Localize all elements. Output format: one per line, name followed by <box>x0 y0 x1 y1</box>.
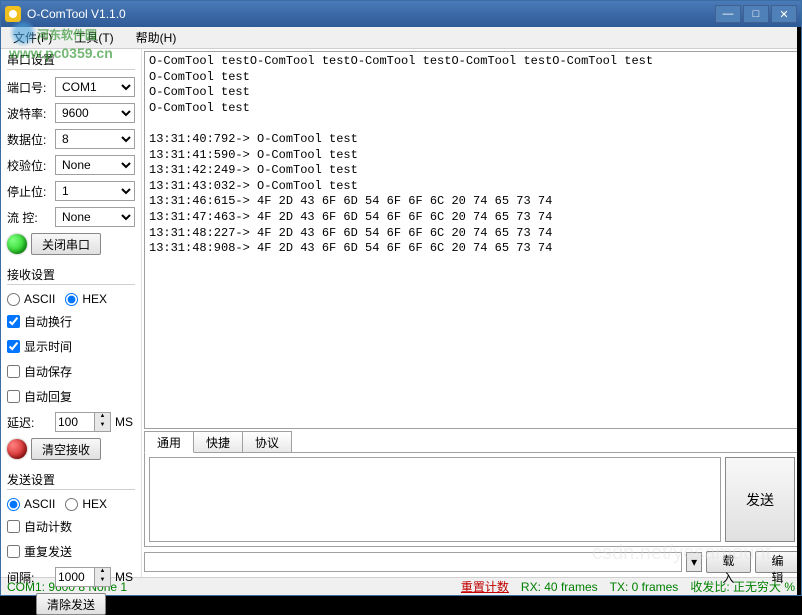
close-port-button[interactable]: 关闭串口 <box>31 233 101 255</box>
send-input[interactable] <box>149 457 721 542</box>
port-led-icon <box>7 234 27 254</box>
interval-spinner[interactable]: ▲▼ <box>55 567 111 587</box>
autowrap-check[interactable]: 自动换行 <box>7 313 72 330</box>
ms-label: MS <box>115 415 133 429</box>
port-group-title: 串口设置 <box>7 51 135 70</box>
tx-hex-radio[interactable]: HEX <box>65 497 107 511</box>
reset-count-link[interactable]: 重置计数 <box>461 578 509 595</box>
menu-file[interactable]: 文件(F) <box>9 27 56 48</box>
flow-select[interactable]: None <box>55 207 135 227</box>
close-button[interactable]: ✕ <box>771 5 797 23</box>
showtime-check[interactable]: 显示时间 <box>7 338 72 355</box>
left-panel: 串口设置 端口号:COM1 波特率:9600 数据位:8 校验位:None 停止… <box>1 49 142 577</box>
right-border <box>797 27 801 595</box>
load-button[interactable]: 载入 <box>706 551 751 573</box>
stopbits-select[interactable]: 1 <box>55 181 135 201</box>
autosave-check[interactable]: 自动保存 <box>7 363 72 380</box>
portnum-select[interactable]: COM1 <box>55 77 135 97</box>
history-combo[interactable] <box>144 552 682 572</box>
autocount-check[interactable]: 自动计数 <box>7 518 72 535</box>
parity-select[interactable]: None <box>55 155 135 175</box>
baud-label: 波特率: <box>7 105 51 122</box>
tab-protocol[interactable]: 协议 <box>242 431 292 453</box>
tx-ascii-radio[interactable]: ASCII <box>7 497 55 511</box>
parity-label: 校验位: <box>7 157 51 174</box>
tab-general[interactable]: 通用 <box>144 431 194 453</box>
status-rx: RX: 40 frames <box>521 580 598 594</box>
minimize-button[interactable]: — <box>715 5 741 23</box>
maximize-button[interactable]: □ <box>743 5 769 23</box>
delay-spinner[interactable]: ▲▼ <box>55 412 111 432</box>
tab-row: 通用 快捷 协议 <box>144 431 800 453</box>
baud-select[interactable]: 9600 <box>55 103 135 123</box>
delay-label: 延迟: <box>7 414 51 431</box>
databits-label: 数据位: <box>7 131 51 148</box>
resend-check[interactable]: 重复发送 <box>7 543 72 560</box>
right-panel: O-ComTool testO-ComTool testO-ComTool te… <box>142 49 802 577</box>
content-area: 串口设置 端口号:COM1 波特率:9600 数据位:8 校验位:None 停止… <box>1 49 801 577</box>
status-tx: TX: 0 frames <box>610 580 679 594</box>
title-bar[interactable]: O-ComTool V1.1.0 — □ ✕ <box>1 1 801 27</box>
receive-textarea[interactable]: O-ComTool testO-ComTool testO-ComTool te… <box>144 51 800 429</box>
edit-button[interactable]: 编辑 <box>755 551 800 573</box>
tab-quick[interactable]: 快捷 <box>193 431 243 453</box>
status-rate: 收发比: 正无穷大 % <box>690 578 795 595</box>
send-bottom-bar: ▾ 载入 编辑 <box>144 549 800 575</box>
autoreply-check[interactable]: 自动回复 <box>7 388 72 405</box>
rx-ascii-radio[interactable]: ASCII <box>7 292 55 306</box>
history-drop-icon[interactable]: ▾ <box>686 552 701 572</box>
menu-tool[interactable]: 工具(T) <box>70 27 117 48</box>
menu-help[interactable]: 帮助(H) <box>132 27 181 48</box>
rx-hex-radio[interactable]: HEX <box>65 292 107 306</box>
clear-rx-button[interactable]: 清空接收 <box>31 438 101 460</box>
window-title: O-ComTool V1.1.0 <box>27 7 715 21</box>
tx-group-title: 发送设置 <box>7 471 135 490</box>
menu-bar: 文件(F) 工具(T) 帮助(H) <box>1 27 801 49</box>
databits-select[interactable]: 8 <box>55 129 135 149</box>
app-icon <box>5 6 21 22</box>
send-button[interactable]: 发送 <box>725 457 795 542</box>
flow-label: 流 控: <box>7 209 51 226</box>
portnum-label: 端口号: <box>7 79 51 96</box>
app-window: O-ComTool V1.1.0 — □ ✕ 河东软件园 www.pc0359.… <box>0 0 802 596</box>
send-area: 通用 快捷 协议 发送 <box>144 431 800 547</box>
send-body: 发送 <box>144 452 800 547</box>
rx-group-title: 接收设置 <box>7 266 135 285</box>
rx-led-icon <box>7 439 27 459</box>
status-bar: COM1: 9600 8 None 1 重置计数 RX: 40 frames T… <box>1 577 801 595</box>
window-buttons: — □ ✕ <box>715 5 797 23</box>
clear-tx-button[interactable]: 清除发送 <box>36 593 106 615</box>
stopbits-label: 停止位: <box>7 183 51 200</box>
